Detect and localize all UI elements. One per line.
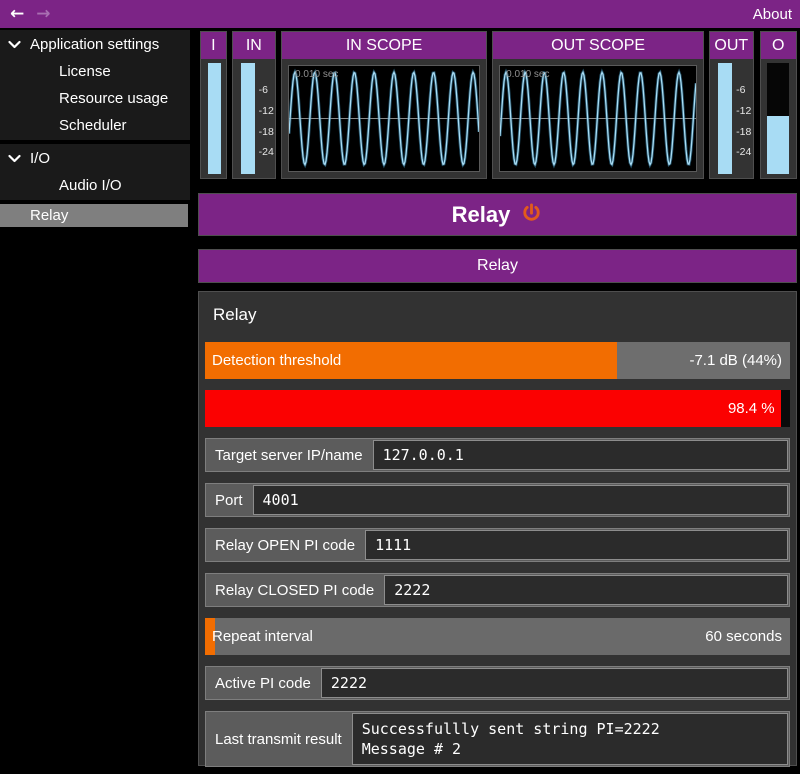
relay-section-header[interactable]: Relay <box>198 193 797 236</box>
repeat-interval-slider[interactable]: Repeat interval 60 seconds <box>205 618 790 655</box>
main-content: I IN -6 -12 -18 -24 IN SCOPE 0.010 sec <box>198 31 797 766</box>
field-label: Relay OPEN PI code <box>206 529 364 561</box>
sidebar-item[interactable]: License <box>0 58 190 85</box>
panel-title: Relay <box>205 302 790 328</box>
sidebar-item-label: License <box>59 63 111 80</box>
field-label: Port <box>206 484 252 516</box>
field-row: Relay OPEN PI code1111 <box>205 528 790 562</box>
sidebar-group-header[interactable]: Application settings <box>0 31 190 58</box>
sidebar-item-label: Audio I/O <box>59 177 122 194</box>
level-meter-bar <box>718 63 732 174</box>
active-pi-code-input[interactable]: 2222 <box>321 668 788 698</box>
meter-header: I <box>201 32 226 59</box>
field-label: Target server IP/name <box>206 439 372 471</box>
input-level-meter: 98.4 % <box>205 390 790 427</box>
chevron-down-icon <box>8 154 30 163</box>
tab-relay[interactable]: Relay <box>198 249 797 283</box>
relay-section-title: Relay <box>452 202 511 228</box>
waveform-svg <box>289 66 479 171</box>
meter-scale-label: -24 <box>736 146 751 158</box>
output-meter-out[interactable]: OUT -6 -12 -18 -24 <box>709 31 753 179</box>
sidebar-group: I/O Audio I/O <box>0 144 190 200</box>
detection-threshold-label: Detection threshold <box>212 342 341 379</box>
active-pi-code-row: Active PI code 2222 <box>205 666 790 700</box>
app-window: ← → About Application settings License Res… <box>0 0 800 774</box>
repeat-interval-value: 60 seconds <box>705 618 782 655</box>
meter-scale-label: -18 <box>736 126 751 138</box>
field-input[interactable]: 2222 <box>384 575 788 605</box>
scope-plot: 0.010 sec <box>499 65 697 172</box>
sidebar-item-selected[interactable]: Relay <box>0 204 188 227</box>
forward-arrow-icon[interactable]: → <box>30 0 56 28</box>
level-meter-bar <box>241 63 255 174</box>
input-meter-in[interactable]: IN -6 -12 -18 -24 <box>232 31 276 179</box>
sidebar-item-label: Scheduler <box>59 117 127 134</box>
scope-plot: 0.010 sec <box>288 65 480 172</box>
repeat-interval-label: Repeat interval <box>212 618 313 655</box>
meter-header: OUT <box>710 32 752 59</box>
sidebar-item[interactable]: Scheduler <box>0 112 190 139</box>
meter-header: O <box>761 32 796 59</box>
back-arrow-icon[interactable]: ← <box>4 0 30 28</box>
active-pi-code-label: Active PI code <box>206 667 320 699</box>
field-row: Relay CLOSED PI code2222 <box>205 573 790 607</box>
field-input[interactable]: 127.0.0.1 <box>373 440 788 470</box>
field-input[interactable]: 4001 <box>253 485 788 515</box>
detection-threshold-slider[interactable]: Detection threshold -7.1 dB (44%) <box>205 342 790 379</box>
output-meter-o[interactable]: O <box>760 31 797 179</box>
field-input[interactable]: 1111 <box>365 530 788 560</box>
meter-scale-label: -6 <box>736 84 745 96</box>
meter-scale-label: -12 <box>259 105 274 117</box>
sidebar-group-label: Application settings <box>30 36 159 53</box>
in-scope-panel[interactable]: IN SCOPE 0.010 sec <box>281 31 487 179</box>
sidebar-tree: Application settings License Resource usag… <box>0 28 190 774</box>
field-row: Port4001 <box>205 483 790 517</box>
meter-scale-label: -12 <box>736 105 751 117</box>
meter-scale-label: -6 <box>259 84 268 96</box>
scope-time-label: 0.010 sec <box>295 69 338 80</box>
sidebar-group: Application settings License Resource usag… <box>0 30 190 140</box>
chevron-down-icon <box>8 40 30 49</box>
waveform-svg <box>500 66 696 171</box>
scope-header: OUT SCOPE <box>493 32 703 59</box>
meter-header: IN <box>233 32 275 59</box>
top-menu-bar: ← → About <box>0 0 800 28</box>
level-meter-bar <box>767 63 789 174</box>
input-level-value: 98.4 % <box>728 390 775 427</box>
meter-scale-label: -18 <box>259 126 274 138</box>
sidebar-group-label: I/O <box>30 150 50 167</box>
last-transmit-result-label: Last transmit result <box>206 712 351 766</box>
sidebar-item[interactable]: Audio I/O <box>0 172 190 199</box>
meter-scale: -6 -12 -18 -24 <box>736 63 752 174</box>
sidebar-item[interactable]: Resource usage <box>0 85 190 112</box>
out-scope-panel[interactable]: OUT SCOPE 0.010 sec <box>492 31 704 179</box>
level-meter-bar <box>208 63 221 174</box>
sidebar-item-label: Resource usage <box>59 90 168 107</box>
last-transmit-result-output: Successfullly sent string PI=2222 Messag… <box>352 713 788 765</box>
meter-scale-label: -24 <box>259 146 274 158</box>
last-transmit-result-row: Last transmit result Successfullly sent … <box>205 711 790 767</box>
power-icon[interactable] <box>520 203 543 226</box>
detection-threshold-value: -7.1 dB (44%) <box>689 342 782 379</box>
field-label: Relay CLOSED PI code <box>206 574 383 606</box>
field-row: Target server IP/name127.0.0.1 <box>205 438 790 472</box>
sidebar-group-header[interactable]: I/O <box>0 145 190 172</box>
input-meter-i[interactable]: I <box>200 31 227 179</box>
scope-header: IN SCOPE <box>282 32 486 59</box>
relay-settings-panel: Relay Detection threshold -7.1 dB (44%) … <box>198 291 797 766</box>
meters-row: I IN -6 -12 -18 -24 IN SCOPE 0.010 sec <box>198 31 797 179</box>
scope-time-label: 0.010 sec <box>506 69 549 80</box>
about-menu-item[interactable]: About <box>753 6 800 23</box>
meter-scale: -6 -12 -18 -24 <box>259 63 275 174</box>
